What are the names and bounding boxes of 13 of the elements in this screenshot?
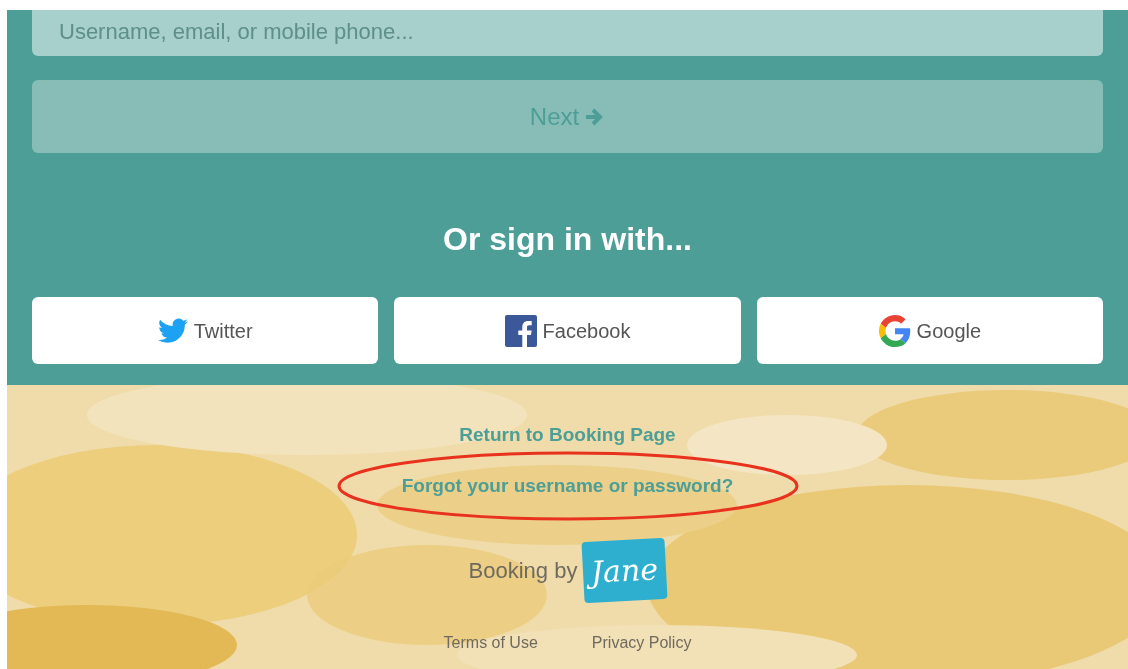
username-field[interactable]: Username, email, or mobile phone...	[32, 10, 1103, 56]
text-link[interactable]: Terms of Use	[443, 631, 538, 655]
sign-in-button[interactable]: Facebook	[394, 297, 741, 364]
text-link[interactable]: Privacy Policy	[591, 631, 692, 655]
sign-in-button[interactable]: Twitter	[32, 297, 379, 364]
sign-in-button[interactable]: Google	[756, 297, 1103, 364]
google-icon	[878, 314, 911, 347]
facebook-icon	[504, 314, 537, 347]
branding-text: Booking by	[468, 557, 578, 585]
jane-logo: Jane	[581, 537, 668, 604]
text-link[interactable]: Return to Booking Page	[459, 421, 676, 450]
section-heading: Or sign in with...	[443, 220, 692, 259]
bird-icon	[157, 317, 188, 344]
